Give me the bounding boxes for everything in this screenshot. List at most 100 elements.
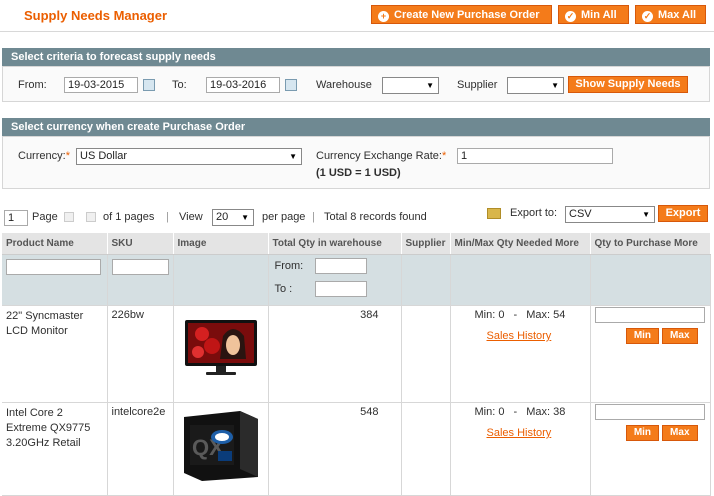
qty-to-filter[interactable] (314, 281, 367, 297)
total-records: Total 8 records found (324, 211, 427, 223)
required-mark: * (441, 150, 447, 162)
min-max-separator: - (513, 406, 518, 418)
supplier-select[interactable]: ▼ (507, 77, 564, 94)
column-header-image: Image (173, 233, 269, 255)
qty-from-filter[interactable] (314, 258, 367, 274)
max-button[interactable]: Max (662, 425, 698, 441)
page-label: Page (32, 211, 58, 223)
image-cell: QX (173, 402, 269, 496)
currency-select[interactable]: US Dollar ▼ (76, 148, 302, 165)
exchange-rate-label-text: Currency Exchange Rate: (316, 150, 442, 162)
chevron-down-icon: ▼ (289, 152, 297, 161)
chevron-down-icon: ▼ (551, 81, 559, 90)
per-page-select[interactable]: 20 ▼ (212, 209, 254, 226)
table-row: Intel Core 2 Extreme QX9775 3.20GHz Reta… (2, 402, 711, 496)
required-mark: * (65, 150, 70, 162)
page-count: of 1 pages (103, 211, 155, 223)
supplier-label: Supplier (457, 79, 498, 91)
exchange-rate-note: (1 USD = 1 USD) (316, 167, 401, 179)
column-header-min-max: Min/Max Qty Needed More (450, 233, 591, 255)
product-name-filter[interactable] (6, 259, 101, 275)
calendar-icon[interactable] (143, 79, 155, 91)
export-format-value: CSV (569, 208, 592, 220)
min-value: Min: 0 (474, 309, 505, 321)
sales-history-link[interactable]: Sales History (487, 427, 552, 439)
show-supply-needs-button[interactable]: Show Supply Needs (568, 76, 688, 93)
view-label: View (179, 211, 203, 223)
min-button[interactable]: Min (625, 425, 660, 441)
from-label: From: (18, 79, 47, 91)
max-value: Max: 54 (526, 309, 566, 321)
qty-to-label: To : (274, 283, 293, 295)
per-page-value: 20 (216, 211, 229, 223)
min-button[interactable]: Min (625, 328, 660, 344)
sku-cell: intelcore2e (107, 402, 174, 496)
grid-filter-row: From: To : (2, 254, 711, 306)
criteria-section-header: Select criteria to forecast supply needs (2, 48, 710, 66)
prev-page-icon[interactable] (64, 212, 74, 222)
check-icon: ✓ (565, 11, 576, 22)
exchange-rate-label: Currency Exchange Rate:* (316, 150, 446, 162)
max-button[interactable]: Max (662, 328, 698, 344)
column-header-total-qty[interactable]: Total Qty in warehouse (268, 233, 402, 255)
warehouse-select[interactable]: ▼ (382, 77, 439, 94)
min-max-separator: - (513, 309, 518, 321)
max-value: Max: 38 (526, 406, 566, 418)
supply-needs-grid: Product Name SKU Image Total Qty in ware… (2, 233, 711, 496)
min-all-button[interactable]: ✓ Min All (558, 5, 629, 24)
supplier-cell (401, 402, 451, 496)
column-header-sku[interactable]: SKU (107, 233, 174, 255)
export-format-select[interactable]: CSV ▼ (565, 206, 655, 223)
sku-cell: 226bw (107, 305, 174, 403)
product-image-monitor (177, 314, 264, 384)
export-icon (487, 208, 501, 219)
pager-separator: | (312, 211, 315, 223)
grid-header-row: Product Name SKU Image Total Qty in ware… (2, 233, 711, 255)
product-name-cell: Intel Core 2 Extreme QX9775 3.20GHz Reta… (2, 402, 108, 496)
qty-to-purchase-input[interactable] (594, 307, 705, 323)
next-page-icon[interactable] (86, 212, 96, 222)
currency-value: US Dollar (80, 150, 128, 162)
min-value: Min: 0 (474, 406, 505, 418)
per-page-label: per page (262, 211, 306, 223)
column-header-qty-to-purchase: Qty to Purchase More (590, 233, 711, 255)
page-title: Supply Needs Manager (24, 8, 168, 23)
column-header-supplier[interactable]: Supplier (401, 233, 451, 255)
qty-to-purchase-cell: Min Max (590, 305, 711, 403)
currency-label-text: Currency: (18, 150, 66, 162)
calendar-icon[interactable] (285, 79, 297, 91)
min-all-label: Min All (581, 9, 617, 21)
min-max-cell: Min: 0 - Max: 54 Sales History (450, 305, 591, 403)
chevron-down-icon: ▼ (426, 81, 434, 90)
page-input[interactable]: 1 (4, 210, 28, 226)
to-label: To: (172, 79, 187, 91)
header-divider (0, 31, 714, 32)
chevron-down-icon: ▼ (241, 213, 249, 222)
currency-label: Currency:* (18, 150, 70, 162)
create-purchase-order-button[interactable]: + Create New Purchase Order (371, 5, 552, 24)
warehouse-label: Warehouse (316, 79, 372, 91)
currency-section-header: Select currency when create Purchase Ord… (2, 118, 710, 136)
create-po-label: Create New Purchase Order (394, 9, 540, 21)
sales-history-link[interactable]: Sales History (487, 330, 552, 342)
to-date-input[interactable]: 19-03-2016 (206, 77, 280, 93)
min-max-cell: Min: 0 - Max: 38 Sales History (450, 402, 591, 496)
sku-filter[interactable] (111, 259, 169, 275)
column-header-product-name[interactable]: Product Name (2, 233, 108, 255)
check-icon: ✓ (642, 11, 653, 22)
image-cell (173, 305, 269, 403)
pager-separator: | (166, 211, 169, 223)
qty-to-purchase-input[interactable] (594, 404, 705, 420)
qty-from-label: From: (274, 260, 304, 272)
max-all-button[interactable]: ✓ Max All (635, 5, 706, 24)
export-button[interactable]: Export (658, 205, 708, 222)
product-image-cpu-box: QX (177, 407, 264, 481)
exchange-rate-input[interactable]: 1 (457, 148, 613, 164)
max-all-label: Max All (658, 9, 697, 21)
plus-icon: + (378, 11, 389, 22)
qty-to-purchase-cell: Min Max (590, 402, 711, 496)
from-date-input[interactable]: 19-03-2015 (64, 77, 138, 93)
table-row: 22" Syncmaster LCD Monitor 226bw 384 Min… (2, 305, 711, 403)
total-qty-cell: 384 (268, 305, 402, 403)
product-name-cell: 22" Syncmaster LCD Monitor (2, 305, 108, 403)
